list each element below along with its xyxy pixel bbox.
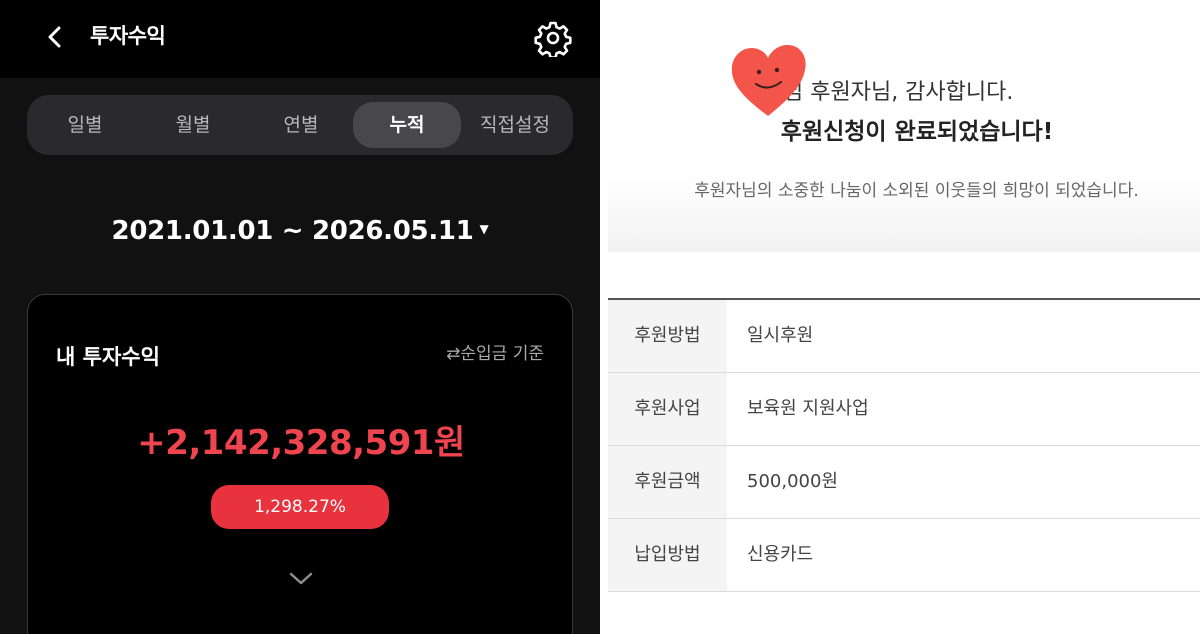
row-value-amount: 500,000원 <box>747 471 838 492</box>
completion-heading: 후원신청이 완료되었습니다! <box>780 119 1054 145</box>
tab-cumulative[interactable]: 누적 <box>353 102 461 148</box>
tab-daily[interactable]: 일별 <box>31 102 139 148</box>
app-header: 투자수익 <box>0 0 600 78</box>
profit-amount: +2,142,328,591원 <box>137 423 465 463</box>
date-range-selector[interactable]: 2021.01.01 ~ 2026.05.11 ▼ <box>0 216 600 246</box>
tab-yearly[interactable]: 연별 <box>247 102 355 148</box>
tab-custom[interactable]: 직접설정 <box>461 102 569 148</box>
row-label-amount: 후원금액 <box>608 446 727 518</box>
table-row: 후원사업 보육원 지원사업 <box>608 373 1200 446</box>
tab-monthly[interactable]: 월별 <box>139 102 247 148</box>
row-label-program: 후원사업 <box>608 373 727 445</box>
thanks-message: 님 후원자님, 감사합니다. <box>783 80 1014 105</box>
table-row: 후원금액 500,000원 <box>608 446 1200 519</box>
page-title: 투자수익 <box>90 24 166 48</box>
donation-panel: 님 후원자님, 감사합니다. 후원신청이 완료되었습니다! 후원자님의 소중한 … <box>608 0 1200 634</box>
basis-toggle[interactable]: ⇄순입금 기준 <box>446 339 544 364</box>
gear-icon[interactable] <box>534 19 572 57</box>
period-tabs: 일별 월별 연별 누적 직접설정 <box>27 95 573 155</box>
caret-down-icon: ▼ <box>479 222 489 236</box>
investment-panel: 투자수익 일별 월별 연별 누적 직접설정 2021.01.01 ~ 2026.… <box>0 0 600 634</box>
row-label-method: 후원방법 <box>608 300 727 372</box>
table-row: 납입방법 신용카드 <box>608 519 1200 592</box>
table-row: 후원방법 일시후원 <box>608 300 1200 373</box>
row-value-method: 일시후원 <box>747 325 814 346</box>
row-label-payment: 납입방법 <box>608 519 727 591</box>
card-title: 내 투자수익 <box>56 345 160 369</box>
heart-smiley-sticker <box>731 44 806 116</box>
chevron-left-icon[interactable] <box>40 22 70 52</box>
return-percent-badge: 1,298.27% <box>211 485 389 529</box>
row-value-program: 보육원 지원사업 <box>747 398 869 419</box>
date-range-text: 2021.01.01 ~ 2026.05.11 <box>111 216 474 246</box>
row-value-payment: 신용카드 <box>747 544 814 565</box>
completion-subtext: 후원자님의 소중한 나눔이 소외된 이웃들의 희망이 되었습니다. <box>694 181 1139 201</box>
confirmation-hero: 님 후원자님, 감사합니다. 후원신청이 완료되었습니다! 후원자님의 소중한 … <box>608 0 1200 252</box>
donation-details-table: 후원방법 일시후원 후원사업 보육원 지원사업 후원금액 500,000원 납입… <box>608 298 1200 592</box>
chevron-down-icon[interactable] <box>286 569 316 589</box>
returns-card: 내 투자수익 ⇄순입금 기준 +2,142,328,591원 1,298.27% <box>27 294 573 634</box>
